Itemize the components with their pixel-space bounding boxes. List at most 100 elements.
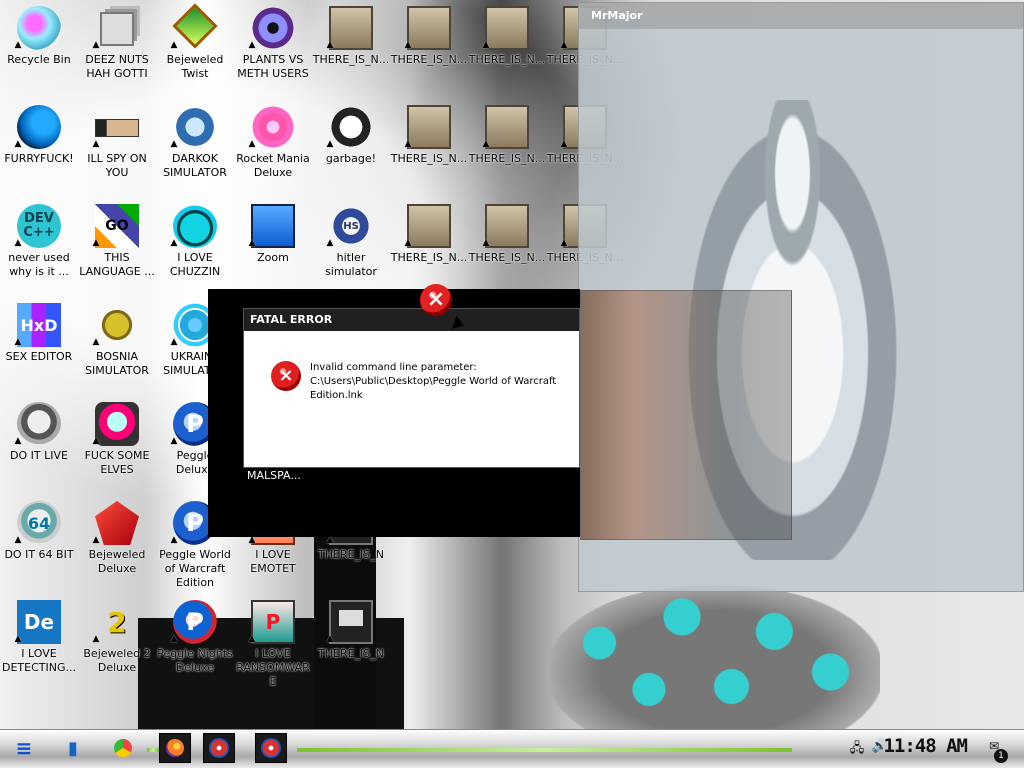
- peggle-taskbar-button-2[interactable]: [255, 733, 287, 763]
- taskbar-progress-line: [297, 748, 792, 752]
- desktop-icon-label: SEX EDITOR: [5, 350, 73, 363]
- desktop-icon[interactable]: HxD ▲ SEX EDITOR: [0, 297, 78, 396]
- start-button[interactable]: ≡: [8, 733, 40, 763]
- desktop-icon-label: THERE_IS_N...: [312, 53, 390, 66]
- peggle-icon-2: [261, 738, 281, 758]
- shortcut-arrow-icon: ▲: [248, 634, 256, 644]
- shortcut-arrow-icon: ▲: [14, 139, 22, 149]
- desktop-icon[interactable]: P ▲ I LOVE RANSOMWARE: [234, 594, 312, 693]
- desktop-icon[interactable]: De ▲ I LOVE DETECTING...: [0, 594, 78, 693]
- desktop-icon[interactable]: ▲ THERE_IS_N...: [468, 99, 546, 198]
- shortcut-arrow-icon: ▲: [14, 337, 22, 347]
- desktop-icon[interactable]: ▲ Bejeweled Twist: [156, 0, 234, 99]
- ruby-icon: [95, 501, 139, 545]
- desktop-icon-label: I LOVE DETECTING...: [2, 647, 76, 674]
- desktop-icon[interactable]: P ▲ Peggle Nights Deluxe: [156, 594, 234, 693]
- desktop-icon[interactable]: ▲ ILL SPY ON YOU: [78, 99, 156, 198]
- desktop-icon[interactable]: ▲ garbage!: [312, 99, 390, 198]
- shortcut-arrow-icon: ▲: [326, 40, 334, 50]
- shortcut-arrow-icon: ▲: [560, 139, 568, 149]
- desktop-icon-label: THERE_IS_N...: [390, 152, 468, 165]
- desktop-icon[interactable]: ▲ Recycle Bin: [0, 0, 78, 99]
- browser-button[interactable]: [107, 733, 139, 763]
- desktop-icon[interactable]: ▲ Bejeweled Deluxe: [78, 495, 156, 594]
- desktop-icon[interactable]: ▲ THERE_IS_N...: [468, 198, 546, 297]
- dollar-icon: [173, 105, 217, 149]
- desktop-icon[interactable]: ▲ PLANTS VS METH USERS: [234, 0, 312, 99]
- go-icon: GO: [95, 204, 139, 248]
- desktop-icon[interactable]: ▲ DO IT LIVE: [0, 396, 78, 495]
- shortcut-arrow-icon: ▲: [170, 436, 178, 446]
- pub-icon: P: [251, 600, 295, 644]
- desktop-icon[interactable]: ▲ THERE_IS_N...: [390, 0, 468, 99]
- shortcut-arrow-icon: ▲: [404, 139, 412, 149]
- desktop-icon[interactable]: ▲ THERE_IS_N...: [390, 99, 468, 198]
- elves-icon: [95, 402, 139, 446]
- desktop-icon[interactable]: GO ▲ THIS LANGUAGE ...: [78, 198, 156, 297]
- desktop-icon-label: Peggle Nights Deluxe: [157, 647, 233, 674]
- desktop-icon[interactable]: ▲ THERE_IS_N...: [468, 0, 546, 99]
- shortcut-arrow-icon: ▲: [92, 436, 100, 446]
- shortcut-arrow-icon: ▲: [560, 40, 568, 50]
- shortcut-arrow-icon: ▲: [248, 238, 256, 248]
- desktop-icon[interactable]: ▲ DARKOK SIMULATOR: [156, 99, 234, 198]
- desktop-icon[interactable]: ▲ Zoom: [234, 198, 312, 297]
- shortcut-arrow-icon: ▲: [170, 634, 178, 644]
- desktop-icon[interactable]: ▲ DEEZ NUTS HAH GOTTI: [78, 0, 156, 99]
- taskbar-accent-line: [147, 748, 159, 752]
- desktop-icon[interactable]: HS ▲ hitler simulator: [312, 198, 390, 297]
- desktop-icon[interactable]: ▲ I LOVE CHUZZIN: [156, 198, 234, 297]
- shortcut-arrow-icon: ▲: [170, 238, 178, 248]
- shortcut-arrow-icon: ▲: [170, 337, 178, 347]
- desktop-icon-label: DARKOK SIMULATOR: [163, 152, 227, 179]
- shortcut-arrow-icon: ▲: [248, 139, 256, 149]
- desktop-icon-label: THERE_IS_N: [318, 647, 384, 660]
- error-badge-icon: ×: [420, 284, 452, 316]
- desktop-icon[interactable]: DEV C++ ▲ never used why is it ...: [0, 198, 78, 297]
- folder-icon: [407, 6, 451, 50]
- shortcut-arrow-icon: ▲: [14, 40, 22, 50]
- network-icon[interactable]: 🖧: [848, 739, 866, 757]
- desktop-icon[interactable]: ▲ THERE_IS_N...: [312, 0, 390, 99]
- desktop-icon-label: THERE_IS_N...: [390, 53, 468, 66]
- desktop-icon[interactable]: ▲ FURRYFUCK!: [0, 99, 78, 198]
- shortcut-arrow-icon: ▲: [482, 238, 490, 248]
- peggle-taskbar-button[interactable]: [203, 733, 235, 763]
- bosnia-icon: [95, 303, 139, 347]
- firefox-taskbar-button[interactable]: [159, 733, 191, 763]
- folder-icon: [407, 204, 451, 248]
- desktop-icon-label: THERE_IS_N...: [468, 152, 546, 165]
- image-overlay: [580, 290, 792, 540]
- shortcut-arrow-icon: ▲: [92, 535, 100, 545]
- desktop-icon-label: hitler simulator: [325, 251, 377, 278]
- fatal-error-dialog[interactable]: FATAL ERROR × Invalid command line param…: [243, 308, 580, 468]
- shortcut-arrow-icon: ▲: [170, 139, 178, 149]
- shortcut-arrow-icon: ▲: [170, 535, 178, 545]
- desktop-icon-label: I LOVE RANSOMWARE: [236, 647, 310, 688]
- desktop-icon[interactable]: ▲ THERE_IS_N: [312, 594, 390, 693]
- desktop-icon-label: DO IT LIVE: [10, 449, 68, 462]
- fatal-error-message: Invalid command line parameter: C:\Users…: [310, 362, 557, 401]
- desktop-icon[interactable]: ▲ THERE_IS_N...: [390, 198, 468, 297]
- desktop-icon[interactable]: 2 ▲ Bejeweled 2 Deluxe: [78, 594, 156, 693]
- fuzzy-icon: [173, 204, 217, 248]
- shortcut-arrow-icon: ▲: [482, 139, 490, 149]
- desktop-icon-label: THERE_IS_N...: [468, 53, 546, 66]
- face64-icon: 64: [17, 501, 61, 545]
- desktop-icon[interactable]: ▲ FUCK SOME ELVES: [78, 396, 156, 495]
- file-explorer-button[interactable]: ▮: [57, 733, 89, 763]
- desktop-icon[interactable]: ▲ BOSNIA SIMULATOR: [78, 297, 156, 396]
- folder-icon: [407, 105, 451, 149]
- taskbar-clock[interactable]: 11:48 AM: [883, 735, 968, 757]
- folder-icon: [485, 105, 529, 149]
- two-icon: 2: [107, 605, 127, 639]
- desktop-icon[interactable]: 64 ▲ DO IT 64 BIT: [0, 495, 78, 594]
- desktop-icon[interactable]: ▲ Rocket Mania Deluxe: [234, 99, 312, 198]
- shortcut-arrow-icon: ▲: [404, 238, 412, 248]
- desktop-icon-label: Peggle World of Warcraft Edition: [159, 548, 231, 589]
- shortcut-arrow-icon: ▲: [560, 238, 568, 248]
- shortcut-arrow-icon: ▲: [14, 238, 22, 248]
- shortcut-arrow-icon: ▲: [482, 40, 490, 50]
- shortcut-arrow-icon: ▲: [326, 139, 334, 149]
- flower-icon: [251, 6, 295, 50]
